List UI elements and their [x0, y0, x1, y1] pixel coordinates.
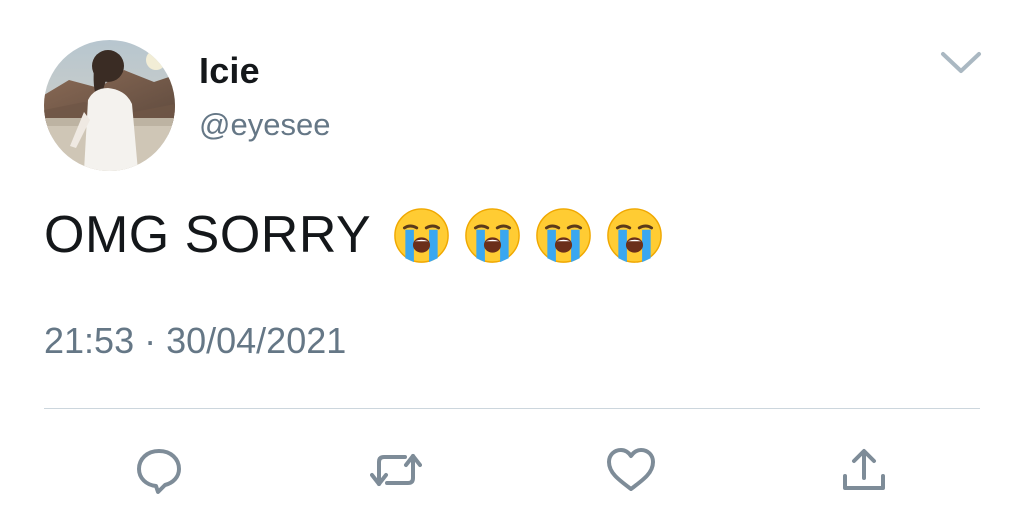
- tweet-body: OMG SORRY: [44, 206, 372, 264]
- share-icon[interactable]: [838, 444, 890, 496]
- loudly-crying-face-icon: [607, 207, 662, 263]
- chevron-down-icon[interactable]: [938, 46, 984, 78]
- loudly-crying-face-icon: [536, 207, 591, 263]
- heart-icon[interactable]: [605, 444, 657, 496]
- tweet-text: OMG SORRY: [44, 203, 663, 267]
- loudly-crying-face-icon: [394, 207, 449, 263]
- emoji-group: [393, 207, 663, 264]
- divider: [44, 408, 980, 409]
- tweet-card: Icie @eyesee OMG SORRY 21:53 · 30/04/202…: [0, 0, 1024, 532]
- avatar[interactable]: [44, 40, 175, 171]
- display-name[interactable]: Icie: [199, 50, 260, 92]
- retweet-icon[interactable]: [370, 444, 422, 496]
- tweet-timestamp[interactable]: 21:53 · 30/04/2021: [44, 320, 346, 362]
- action-bar: [0, 440, 1024, 500]
- loudly-crying-face-icon: [465, 207, 520, 263]
- username-handle[interactable]: @eyesee: [199, 107, 330, 143]
- reply-icon[interactable]: [133, 444, 185, 496]
